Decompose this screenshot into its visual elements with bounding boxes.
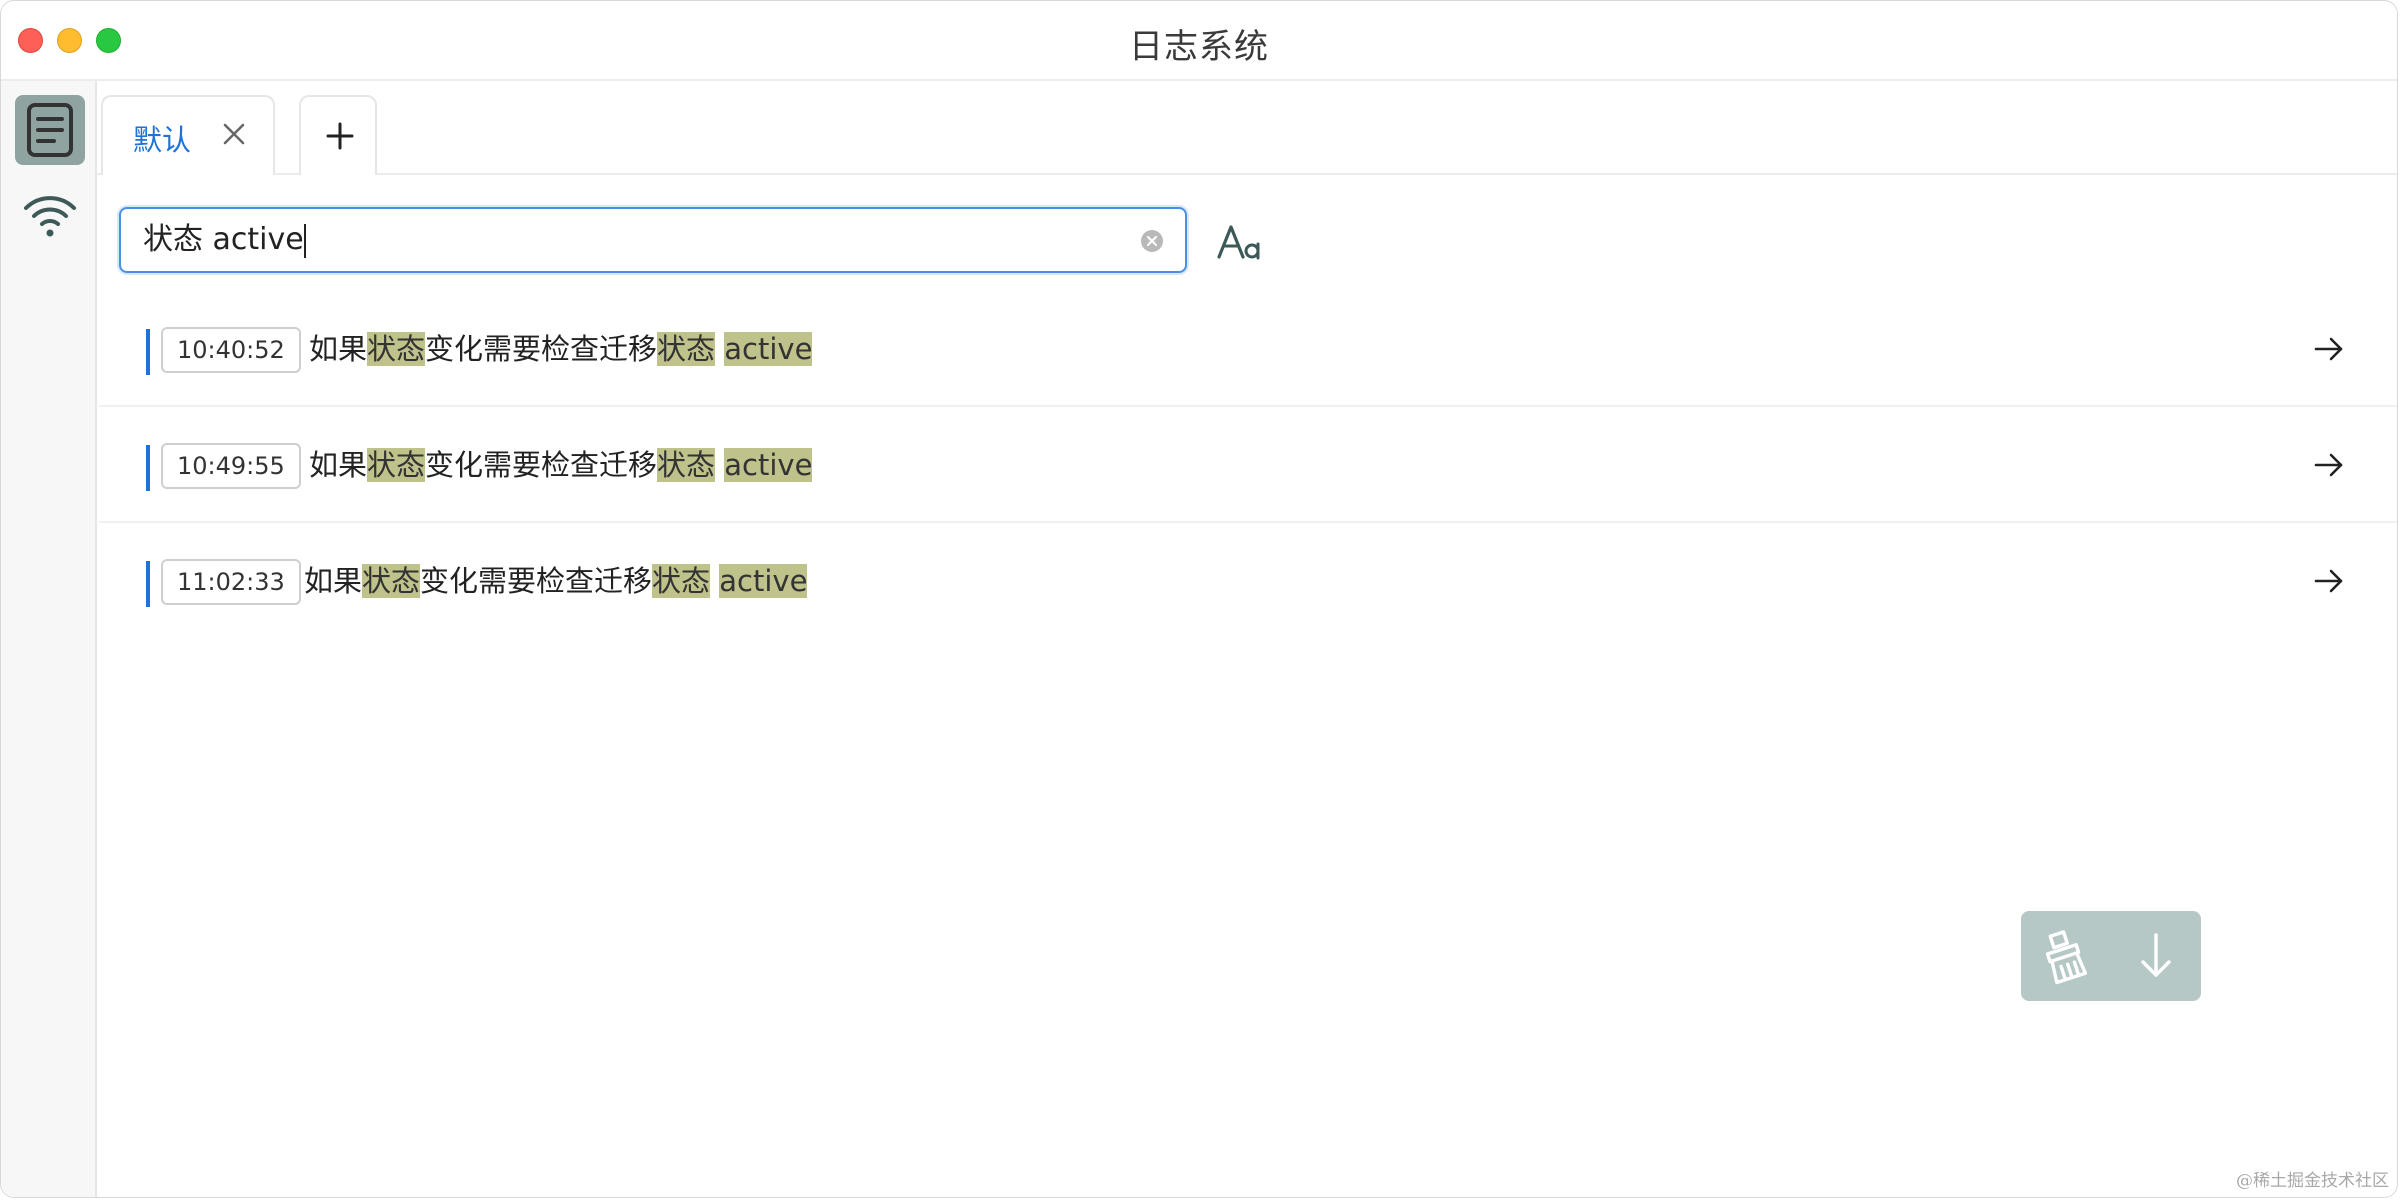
sidebar bbox=[1, 81, 97, 1197]
app-window: 日志系统 默认 状态 active 10:40:52 如果状态变化需要检查迁移状… bbox=[0, 0, 2398, 1198]
log-message-match: 状态 bbox=[652, 564, 711, 598]
text-caret bbox=[303, 223, 306, 258]
log-list-icon bbox=[27, 103, 73, 157]
arrow-down-icon bbox=[2141, 933, 2171, 977]
log-message: 如果状态变化需要检查迁移状态 active bbox=[304, 559, 808, 603]
arrow-right-icon[interactable] bbox=[2311, 447, 2347, 483]
clear-logs-button[interactable] bbox=[2033, 925, 2095, 987]
log-message-match: 状态 bbox=[367, 332, 426, 366]
log-message-part: 变化需要检查迁移 bbox=[425, 332, 658, 366]
close-icon[interactable] bbox=[219, 119, 249, 149]
log-message-part: 如果 bbox=[309, 332, 368, 366]
match-case-icon[interactable] bbox=[1215, 219, 1263, 263]
broom-icon bbox=[2045, 930, 2088, 985]
tab-label: 默认 bbox=[133, 123, 192, 157]
add-tab-button[interactable] bbox=[299, 95, 377, 175]
log-message-part: 如果 bbox=[304, 564, 363, 598]
clear-circle-icon[interactable] bbox=[1139, 228, 1165, 254]
log-message-part bbox=[715, 448, 724, 482]
log-message-match: 状态 bbox=[362, 564, 421, 598]
floating-action-panel bbox=[2021, 911, 2201, 1001]
sidebar-item-network[interactable] bbox=[15, 181, 85, 251]
plus-icon bbox=[326, 122, 354, 150]
log-level-bar bbox=[146, 445, 150, 491]
scroll-to-bottom-button[interactable] bbox=[2125, 925, 2187, 987]
log-message-match: 状态 bbox=[367, 448, 426, 482]
log-message-part: 变化需要检查迁移 bbox=[420, 564, 653, 598]
log-level-bar bbox=[146, 561, 150, 607]
log-message-part bbox=[715, 332, 724, 366]
log-message-part bbox=[710, 564, 719, 598]
log-message-match: active bbox=[724, 448, 813, 482]
log-timestamp: 10:40:52 bbox=[161, 327, 301, 373]
tab-default[interactable]: 默认 bbox=[101, 95, 275, 175]
log-level-bar bbox=[146, 329, 150, 375]
wifi-icon bbox=[24, 196, 76, 237]
arrow-right-icon[interactable] bbox=[2311, 563, 2347, 599]
log-message-part: 变化需要检查迁移 bbox=[425, 448, 658, 482]
watermark: @稀土掘金技术社区 bbox=[2236, 1171, 2389, 1191]
title-bar: 日志系统 bbox=[1, 1, 2397, 81]
search-input[interactable]: 状态 active bbox=[143, 217, 1103, 263]
log-message: 如果状态变化需要检查迁移状态 active bbox=[309, 443, 813, 487]
log-row[interactable]: 10:49:55 如果状态变化需要检查迁移状态 active bbox=[99, 407, 2397, 523]
log-message-part: 如果 bbox=[309, 448, 368, 482]
log-message: 如果状态变化需要检查迁移状态 active bbox=[309, 327, 813, 371]
log-message-match: active bbox=[719, 564, 808, 598]
log-timestamp: 11:02:33 bbox=[161, 559, 301, 605]
search-box: 状态 active bbox=[119, 207, 1187, 273]
log-timestamp: 10:49:55 bbox=[161, 443, 301, 489]
log-message-match: 状态 bbox=[657, 332, 716, 366]
window-title: 日志系统 bbox=[1129, 27, 1269, 67]
arrow-right-icon[interactable] bbox=[2311, 331, 2347, 367]
search-input-value: 状态 active bbox=[143, 222, 304, 257]
log-row[interactable]: 10:40:52 如果状态变化需要检查迁移状态 active bbox=[99, 291, 2397, 407]
tab-bar: 默认 bbox=[97, 81, 2397, 175]
log-row[interactable]: 11:02:33 如果状态变化需要检查迁移状态 active bbox=[99, 523, 2397, 639]
sidebar-item-logs[interactable] bbox=[15, 95, 85, 165]
log-message-match: active bbox=[724, 332, 813, 366]
log-message-match: 状态 bbox=[657, 448, 716, 482]
log-list: 10:40:52 如果状态变化需要检查迁移状态 active 10:49:55 … bbox=[99, 291, 2397, 639]
